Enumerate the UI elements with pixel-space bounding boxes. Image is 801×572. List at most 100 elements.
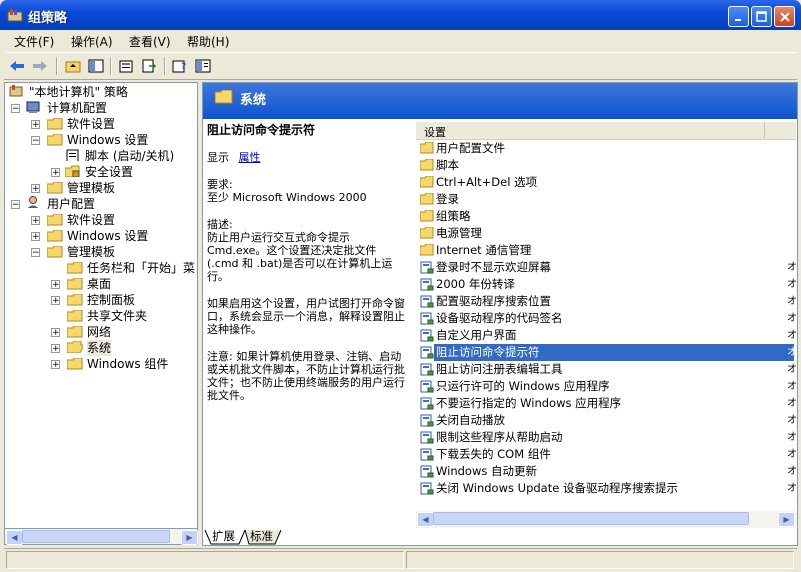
tree-horizontal-scrollbar[interactable]: ◀ ▶ [4,528,198,545]
expand-icon[interactable]: + [51,296,60,306]
menu-help[interactable]: 帮助(H) [187,33,229,50]
tree-item-cc-security[interactable]: + 安全设置 [51,164,197,180]
scroll-left-icon[interactable]: ◀ [6,530,23,545]
minimize-button[interactable] [728,6,749,27]
state-column-truncated: オ [787,432,797,443]
list-item-setting[interactable]: 限制这些程序从帮助启动 オ [418,429,797,446]
list-item-setting[interactable]: 阻止访问注册表编辑工具 オ [418,361,797,378]
list-item-setting[interactable]: 2000 年份转译 オ [418,276,797,293]
list-item-folder[interactable]: 脚本 [418,157,794,174]
list-item-setting[interactable]: 登录时不显示欢迎屏幕 オ [418,259,797,276]
expand-icon[interactable]: + [31,120,40,130]
folder-icon [67,310,83,322]
collapse-icon[interactable]: − [11,200,20,210]
collapse-icon[interactable]: − [11,104,20,114]
list-item-setting[interactable]: 设备驱动程序的代码签名 オ [418,310,797,327]
tree-item-uc-taskbar[interactable]: 任务栏和「开始」菜 [67,260,197,276]
tree-item-uc-control[interactable]: + 控制面板 [51,292,197,308]
tab-extended[interactable]: 扩展 [212,529,235,544]
folder-icon [47,118,63,130]
list-item-label: 配置驱动程序搜索位置 [436,294,551,308]
properties-link[interactable]: 属性 [239,151,261,164]
tree-item-uc-components[interactable]: + Windows 组件 [51,356,197,372]
expand-icon[interactable]: + [51,360,60,370]
note-text: 注意: 如果计算机使用登录、注销、启动或关机批文件脚本，不防止计算机运行批文件；… [207,350,405,402]
list-horizontal-scrollbar[interactable]: ◀ ▶ [416,511,796,528]
column-header-setting[interactable] [416,122,796,140]
back-arrow-icon[interactable] [6,56,28,76]
tree-pane[interactable]: "本地计算机" 策略 − 计算机配置 + 软件设置 − Windows 设置 脚… [4,82,198,529]
expand-icon[interactable]: + [51,168,60,178]
tree-item-uc-software[interactable]: + 软件设置 [31,212,197,228]
list-item-label: 下载丢失的 COM 组件 [436,447,551,461]
expand-icon[interactable]: + [31,184,40,194]
state-column-truncated: オ [787,347,797,358]
tree-item-user-config[interactable]: − 用户配置 [11,196,197,212]
help-icon[interactable]: ? [169,56,191,76]
list-item-setting[interactable]: 配置驱动程序搜索位置 オ [418,293,797,310]
tree-item-root[interactable]: "本地计算机" 策略 [9,84,197,100]
folder-icon [419,243,434,257]
tree-item-uc-shared[interactable]: 共享文件夹 [67,308,197,324]
scroll-right-icon[interactable]: ▶ [778,512,795,527]
up-folder-icon[interactable] [62,56,84,76]
view-icon[interactable] [192,56,214,76]
list-item-setting[interactable]: 阻止访问命令提示符 オ [418,344,797,361]
status-segment-1 [6,551,404,569]
tree-item-uc-network[interactable]: + 网络 [51,324,197,340]
expand-icon[interactable]: + [51,344,60,354]
tree-item-cc-admin[interactable]: + 管理模板 [31,180,197,196]
export-list-icon[interactable] [138,56,160,76]
tree-item-uc-admin[interactable]: − 管理模板 [31,244,197,260]
tree-item-uc-system[interactable]: + 系统 [51,340,197,356]
list-item-setting[interactable]: 关闭自动播放 オ [418,412,797,429]
expand-icon[interactable]: + [51,328,60,338]
collapse-icon[interactable]: − [31,136,40,146]
list-item-setting[interactable]: 只运行许可的 Windows 应用程序 オ [418,378,797,395]
state-column-truncated: オ [787,466,797,477]
tree-item-computer-config[interactable]: − 计算机配置 [11,100,197,116]
maximize-button[interactable] [751,6,772,27]
policy-setting-icon [420,397,434,410]
list-item-folder[interactable]: Internet 通信管理 [418,242,794,259]
list-item-setting[interactable]: 不要运行指定的 Windows 应用程序 オ [418,395,797,412]
expand-icon[interactable]: + [31,232,40,242]
expand-icon[interactable]: + [31,216,40,226]
tree-item-cc-software[interactable]: + 软件设置 [31,116,197,132]
menu-view[interactable]: 查看(V) [129,33,171,50]
list-item-folder[interactable]: 登录 [418,191,794,208]
details-header [203,83,797,119]
list-item-setting[interactable]: 关闭 Windows Update 设备驱动程序搜索提示 オ [418,480,797,497]
menu-file[interactable]: 文件(F) [14,33,54,50]
forward-arrow-icon[interactable] [29,56,51,76]
tree-item-cc-scripts[interactable]: 脚本 (启动/关机) [65,148,197,164]
policy-setting-icon [420,448,434,461]
show-hide-tree-icon[interactable] [85,56,107,76]
folder-icon [419,209,434,223]
scroll-left-icon[interactable]: ◀ [417,512,434,527]
expand-icon[interactable]: + [51,280,60,290]
collapse-icon[interactable]: − [31,248,40,258]
list-item-setting[interactable]: 下载丢失的 COM 组件 オ [418,446,797,463]
list-item-folder[interactable]: Ctrl+Alt+Del 选项 [418,174,794,191]
tree-item-uc-desktop[interactable]: + 桌面 [51,276,197,292]
policy-setting-icon [420,414,434,427]
state-column-truncated: オ [787,279,797,290]
scroll-thumb[interactable] [22,530,170,543]
scroll-thumb[interactable] [433,512,749,525]
tree-item-cc-windows[interactable]: − Windows 设置 [31,132,197,148]
properties-icon[interactable] [115,56,137,76]
list-item-setting[interactable]: 自定义用户界面 オ [418,327,797,344]
state-column-truncated: オ [787,313,797,324]
menu-action[interactable]: 操作(A) [71,33,113,50]
tab-standard[interactable]: 标准 [250,529,273,544]
close-button[interactable] [774,6,795,27]
list-item-folder[interactable]: 组策略 [418,208,794,225]
scroll-right-icon[interactable]: ▶ [181,530,198,545]
list-item-label: 只运行许可的 Windows 应用程序 [436,379,610,393]
list-item-setting[interactable]: Windows 自动更新 オ [418,463,797,480]
state-column-truncated: オ [787,381,797,392]
list-item-folder[interactable]: 电源管理 [418,225,794,242]
list-item-folder[interactable]: 用户配置文件 [418,140,794,157]
tree-item-uc-windows[interactable]: + Windows 设置 [31,228,197,244]
